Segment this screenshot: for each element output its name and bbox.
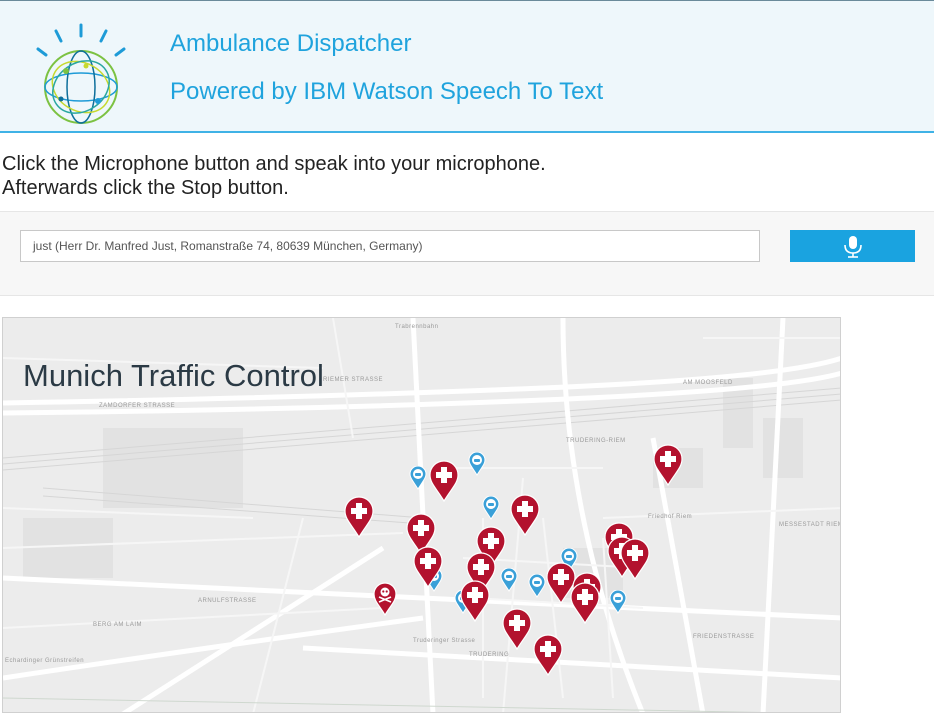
map-label-am-moosfeld: AM MOOSFELD: [683, 380, 733, 386]
emergency-marker-icon[interactable]: [429, 460, 459, 502]
traffic-map[interactable]: Trabrennbahn RIEMER STRASSE ZAMDORFER ST…: [2, 317, 841, 713]
map-label-arnulfstrasse: ARNULFSTRASSE: [198, 598, 257, 604]
emergency-marker-icon[interactable]: [653, 444, 683, 486]
vehicle-marker-icon[interactable]: [609, 590, 627, 614]
map-label-riemer-strasse: RIEMER STRASSE: [323, 377, 384, 383]
map-label-friedhof-riem: Friedhof Riem: [648, 514, 693, 520]
app-header: Ambulance Dispatcher Powered by IBM Wats…: [0, 0, 934, 133]
app-title: Ambulance Dispatcher: [170, 30, 412, 57]
emergency-marker-icon[interactable]: [344, 496, 374, 538]
map-label-echardinger: Echardinger Grünstreifen: [5, 658, 85, 664]
emergency-marker-icon[interactable]: [620, 538, 650, 580]
emergency-marker-icon[interactable]: [502, 608, 532, 650]
map-label-truderinger-strasse: Truderinger Strasse: [413, 638, 476, 644]
map-label-friedenstrasse: FRIEDENSTRASSE: [693, 634, 755, 640]
emergency-marker-icon[interactable]: [510, 494, 540, 536]
skull-hazard-marker-icon[interactable]: [373, 582, 397, 616]
emergency-marker-icon[interactable]: [533, 634, 563, 676]
vehicle-marker-icon[interactable]: [409, 466, 427, 490]
emergency-marker-icon[interactable]: [570, 582, 600, 624]
map-label-trabrennbahn: Trabrennbahn: [395, 324, 439, 330]
map-label-messestadt-riem: MESSESTADT RIEM: [779, 522, 841, 528]
app-subtitle: Powered by IBM Watson Speech To Text: [170, 78, 604, 105]
ibm-watson-globe-icon: [36, 23, 126, 124]
map-label-trudering-riem: TRUDERING-RIEM: [566, 438, 626, 444]
map-label-trudering: TRUDERING: [469, 652, 510, 658]
instruction-line-2: Afterwards click the Stop button.: [2, 177, 289, 199]
emergency-marker-icon[interactable]: [413, 546, 443, 588]
microphone-icon: [844, 236, 862, 258]
instructions: Click the Microphone button and speak in…: [2, 152, 546, 200]
vehicle-marker-icon[interactable]: [468, 452, 486, 476]
instruction-line-1: Click the Microphone button and speak in…: [2, 153, 546, 175]
vehicle-marker-icon[interactable]: [528, 574, 546, 598]
map-label-berg-am-laim: BERG AM LAIM: [93, 622, 143, 628]
transcript-field[interactable]: just (Herr Dr. Manfred Just, Romanstraße…: [20, 230, 760, 262]
vehicle-marker-icon[interactable]: [482, 496, 500, 520]
microphone-button[interactable]: [790, 230, 915, 262]
vehicle-marker-icon[interactable]: [500, 568, 518, 592]
map-label-zamdorfer-strasse: ZAMDORFER STRASSE: [99, 403, 176, 409]
emergency-marker-icon[interactable]: [460, 580, 490, 622]
map-title: Munich Traffic Control: [23, 358, 324, 393]
